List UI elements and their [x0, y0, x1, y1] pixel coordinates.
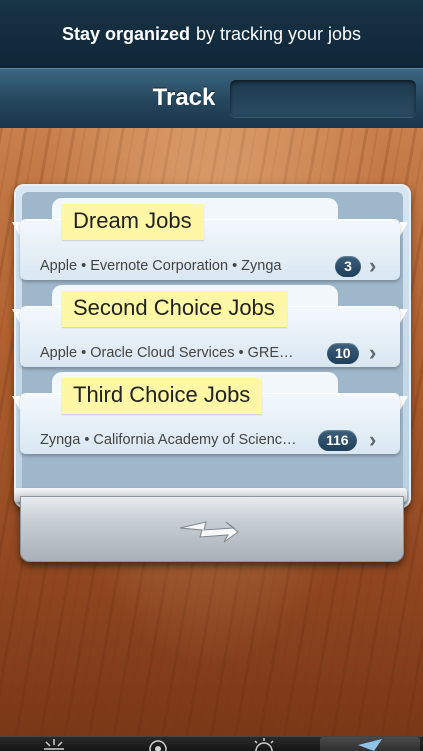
- job-count-badge: 116: [318, 430, 357, 451]
- folder-companies: Zynga • California Academy of Scienc…: [40, 432, 297, 448]
- folder-label: Third Choice Jobs: [62, 378, 263, 414]
- folder-label: Dream Jobs: [62, 204, 204, 240]
- tab-paper-plane[interactable]: [320, 737, 420, 751]
- search-field[interactable]: [230, 80, 416, 117]
- banner-text: by tracking your jobs: [195, 23, 362, 44]
- folder-dream-jobs[interactable]: Dream Jobs Apple • Evernote Corporation …: [12, 198, 408, 280]
- tab-sunrise[interactable]: [214, 737, 314, 751]
- tab-sun[interactable]: [4, 737, 104, 751]
- chevron-right-icon: ›: [369, 340, 377, 365]
- folder-second-choice-jobs[interactable]: Second Choice Jobs Apple • Oracle Cloud …: [12, 285, 408, 367]
- folder-label: Second Choice Jobs: [62, 291, 287, 327]
- banner-strong-text: Stay organized: [61, 23, 190, 44]
- nav-bar: Track: [0, 68, 423, 129]
- job-count-badge: 3: [335, 256, 361, 277]
- ship-arrow-icon[interactable]: [176, 518, 242, 544]
- sunrise-icon: [254, 738, 274, 751]
- folder-companies: Apple • Oracle Cloud Services • GRE…: [40, 345, 294, 361]
- chevron-right-icon: ›: [369, 253, 377, 278]
- tab-bar: [0, 736, 423, 751]
- paper-plane-icon: [358, 739, 382, 751]
- target-icon: [149, 740, 167, 751]
- tab-target[interactable]: [108, 737, 208, 751]
- job-count-badge: 10: [327, 343, 359, 364]
- folder-companies: Apple • Evernote Corporation • Zynga: [40, 258, 282, 274]
- sun-icon: [44, 739, 64, 750]
- promo-banner: Stay organized by tracking your jobs: [0, 0, 423, 68]
- folder-third-choice-jobs[interactable]: Third Choice Jobs Zynga • California Aca…: [12, 372, 408, 454]
- chevron-right-icon: ›: [369, 427, 377, 452]
